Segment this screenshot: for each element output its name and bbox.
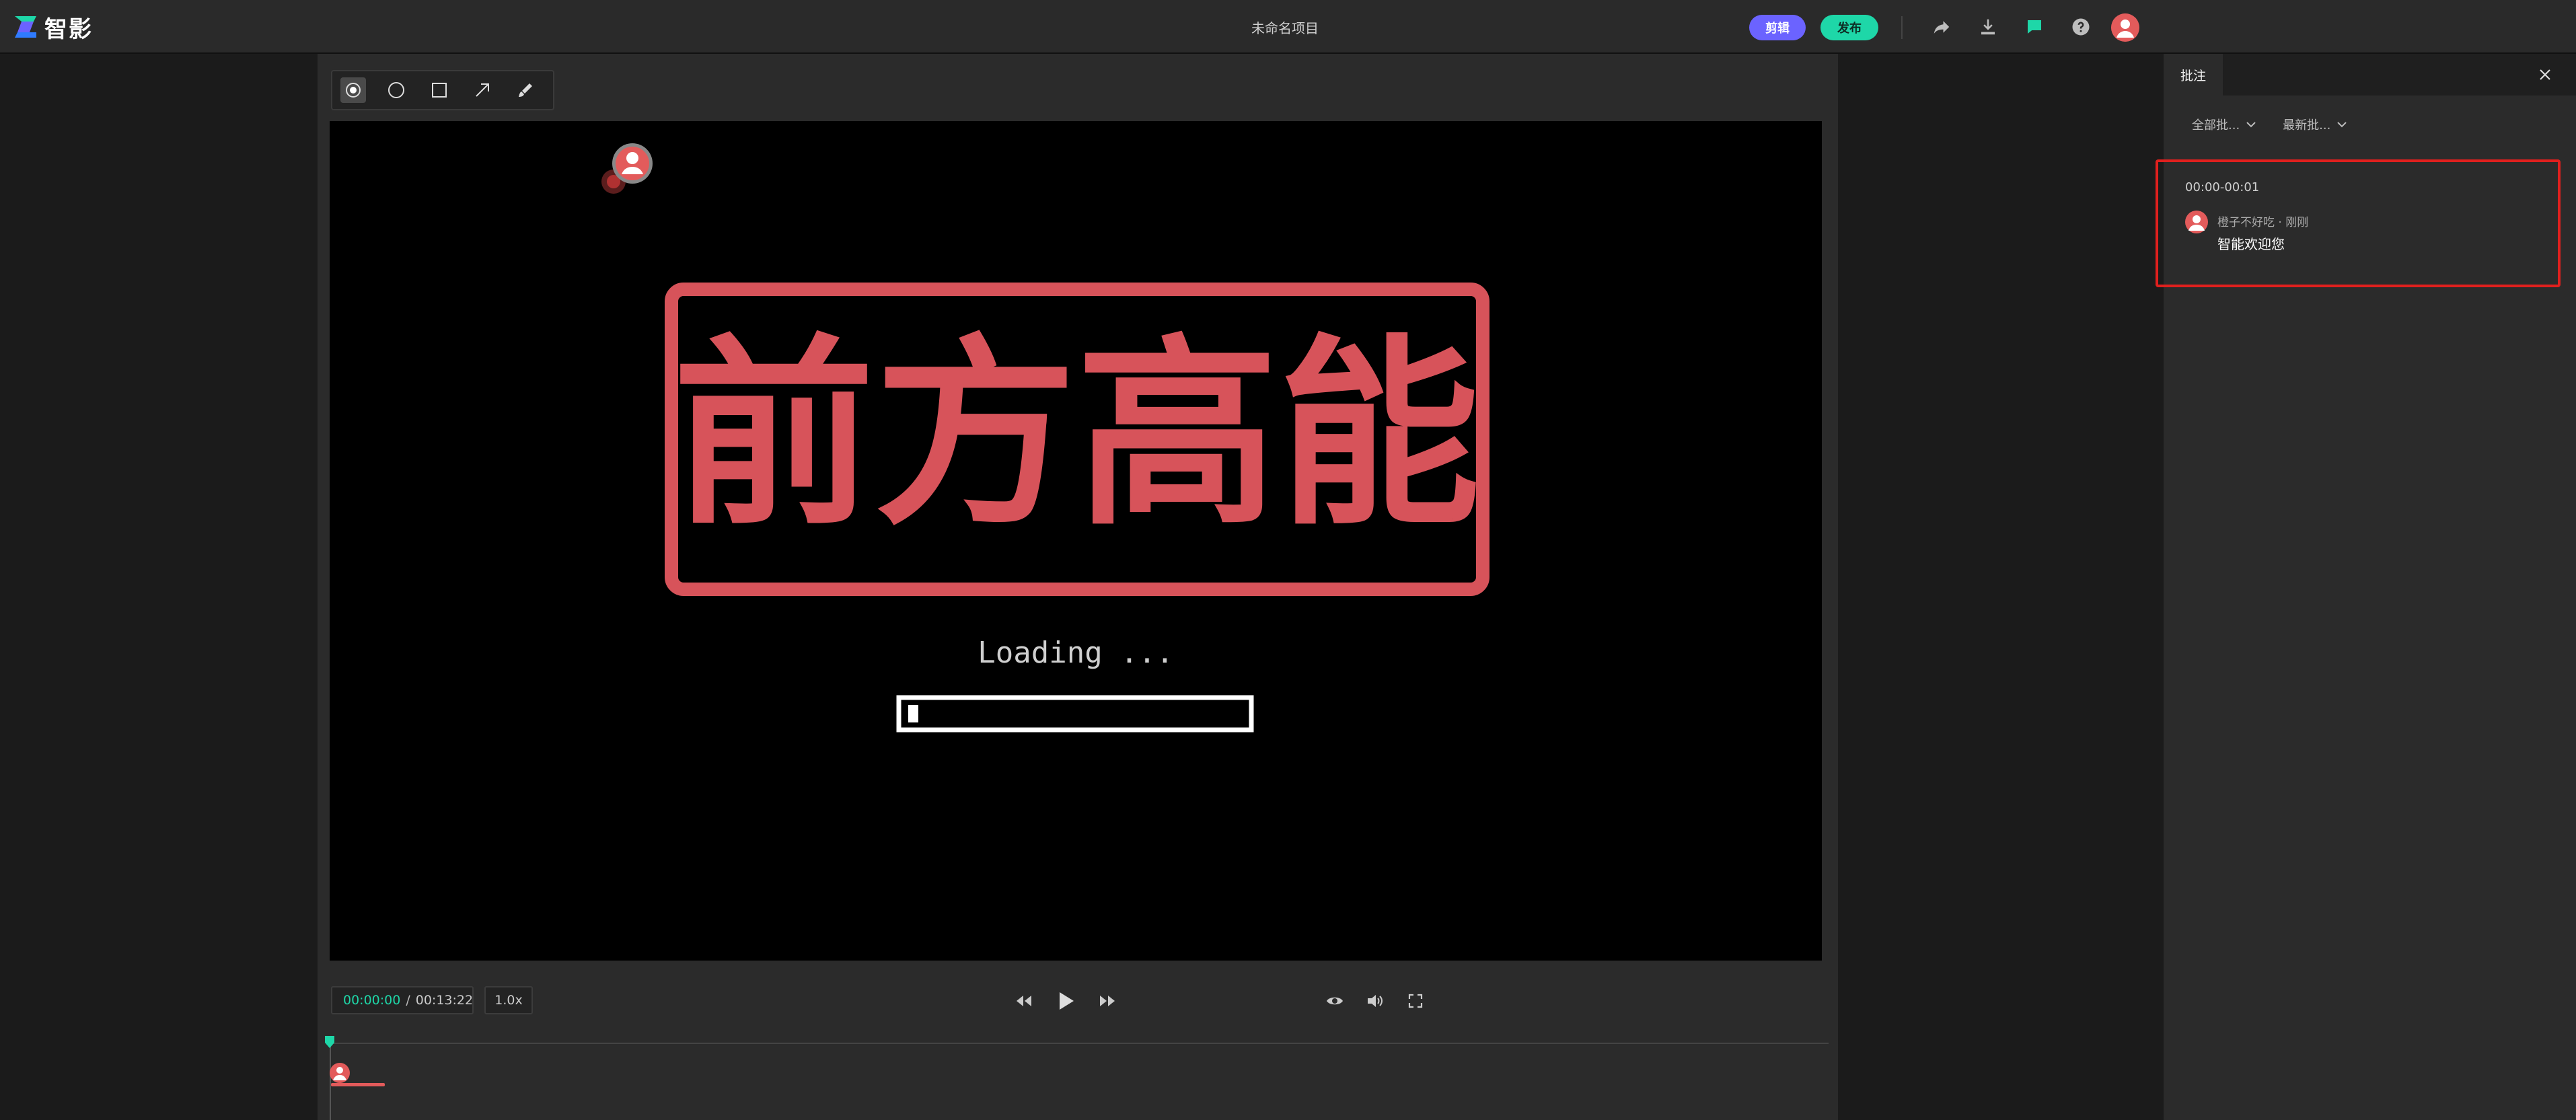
edit-button[interactable]: 剪辑 xyxy=(1749,15,1806,40)
loading-text: Loading ... xyxy=(978,636,1173,670)
speed-button[interactable]: 1.0x xyxy=(484,986,533,1014)
rect-tool-icon[interactable] xyxy=(427,77,452,103)
filter-all-label: 全部批... xyxy=(2192,118,2240,133)
publish-button[interactable]: 发布 xyxy=(1820,15,1878,40)
left-gutter xyxy=(0,54,318,1120)
player-controls: 00:00:00 / 00:13:22 1.0x xyxy=(331,986,1825,1017)
annotation-pin[interactable] xyxy=(599,143,653,200)
comment-time-range: 00:00-00:01 xyxy=(2185,180,2260,194)
help-icon[interactable] xyxy=(2069,15,2093,39)
preview-stage: 前方高能 Loading ... 00:00:00 / 00:13:22 1.0… xyxy=(318,54,1838,1120)
video-frame: 前方高能 Loading ... xyxy=(665,283,1489,733)
top-bar: 智影 未命名项目 剪辑 发布 xyxy=(0,0,2576,54)
annotation-toolbar xyxy=(331,70,554,110)
download-icon[interactable] xyxy=(1976,15,2000,39)
comment-text: 智能欢迎您 xyxy=(2217,236,2285,252)
total-time: 00:13:22 xyxy=(415,993,474,1008)
fullscreen-icon[interactable] xyxy=(1403,989,1428,1013)
time-display: 00:00:00 / 00:13:22 xyxy=(331,986,474,1014)
user-avatar[interactable] xyxy=(2111,13,2139,42)
rewind-icon[interactable] xyxy=(1012,989,1036,1013)
comment-icon[interactable] xyxy=(2022,15,2047,39)
filter-all-dropdown[interactable]: 全部批... xyxy=(2192,116,2256,133)
comment-avatar xyxy=(2185,211,2208,233)
loading-bar-fill xyxy=(908,705,918,722)
tab-annotations[interactable]: 批注 xyxy=(2164,54,2223,96)
app-logo[interactable]: 智影 xyxy=(13,12,93,43)
fast-forward-icon[interactable] xyxy=(1095,989,1119,1013)
circle-tool-icon[interactable] xyxy=(383,77,409,103)
current-time: 00:00:00 xyxy=(343,993,401,1008)
filter-sort-dropdown[interactable]: 最新批... xyxy=(2283,116,2347,133)
toolbar-divider xyxy=(1901,16,1903,39)
logo-icon xyxy=(13,15,38,39)
close-icon[interactable] xyxy=(2534,63,2556,86)
timeline-ruler[interactable] xyxy=(330,1043,1829,1044)
project-title[interactable]: 未命名项目 xyxy=(1251,17,1319,37)
filter-sort-label: 最新批... xyxy=(2283,118,2331,133)
comment-author-meta: 橙子不好吃 · 刚刚 xyxy=(2217,216,2309,229)
comment-item[interactable]: 00:00-00:01 橙子不好吃 · 刚刚 智能欢迎您 xyxy=(2156,159,2561,287)
video-title-text: 前方高能 xyxy=(673,318,1480,552)
share-icon[interactable] xyxy=(1929,15,1954,39)
eye-icon[interactable] xyxy=(1323,989,1347,1013)
annotation-panel: 批注 全部批... 最新批... 00:00-00:01 橙子不好吃 · 刚刚 … xyxy=(2156,54,2576,1120)
play-icon[interactable] xyxy=(1054,989,1078,1013)
dot-tool-icon[interactable] xyxy=(340,77,366,103)
video-preview[interactable]: 前方高能 Loading ... xyxy=(330,121,1822,961)
logo-text: 智影 xyxy=(44,15,93,43)
loading-bar-frame xyxy=(896,695,1254,733)
comment-range-bar[interactable] xyxy=(331,1083,385,1086)
playhead-marker-icon[interactable] xyxy=(323,1035,336,1052)
arrow-tool-icon[interactable] xyxy=(470,77,495,103)
chevron-down-icon xyxy=(2246,122,2256,128)
time-separator: / xyxy=(406,993,410,1008)
right-gutter xyxy=(1838,54,2164,1120)
volume-icon[interactable] xyxy=(1363,989,1387,1013)
comment-filters: 全部批... 最新批... xyxy=(2192,116,2347,133)
panel-header: 批注 xyxy=(2164,54,2576,96)
chevron-down-icon xyxy=(2337,122,2347,128)
track-comment-avatar[interactable] xyxy=(330,1063,350,1083)
brush-tool-icon[interactable] xyxy=(513,77,538,103)
